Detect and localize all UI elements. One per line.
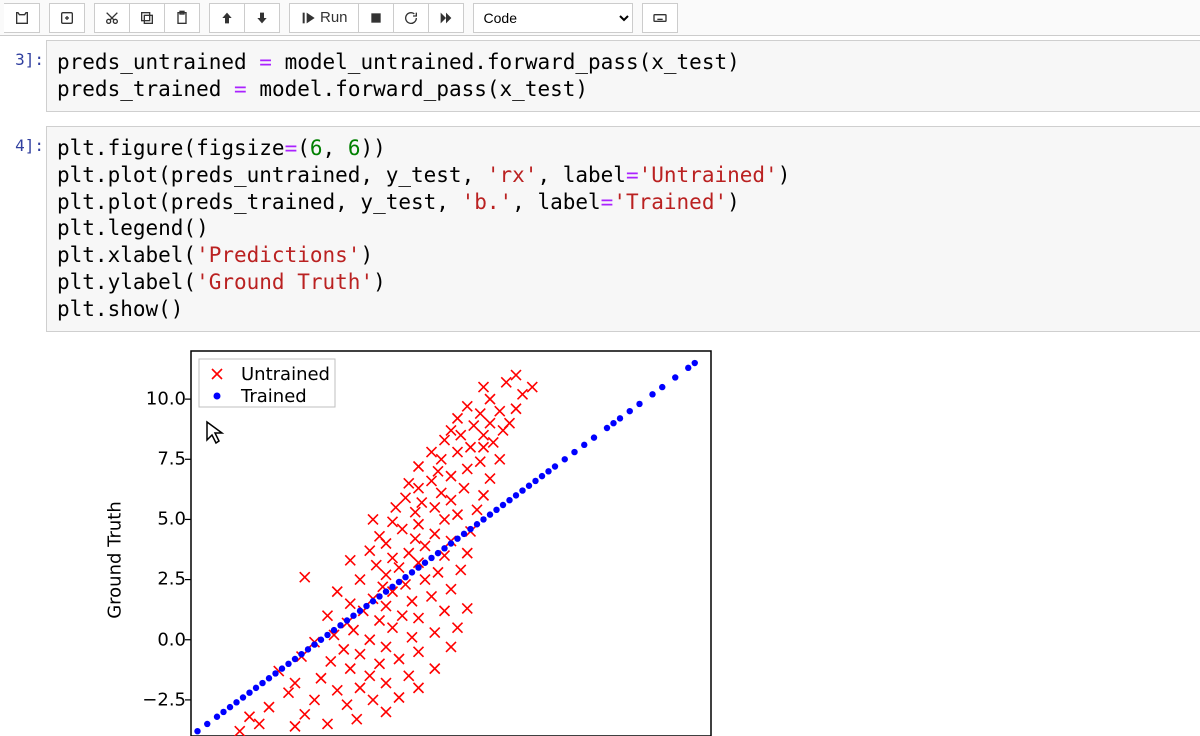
y-tick-label: 10.0 [146,389,186,410]
move-up-button[interactable] [209,3,245,33]
run-label: Run [320,9,348,26]
cell-type-select[interactable]: Code [473,3,633,33]
svg-text:Trained: Trained [240,386,307,407]
run-icon [300,10,316,26]
fast-forward-icon [438,10,454,26]
y-tick-label: 7.5 [157,449,186,470]
code-cell[interactable]: plt.figure(figsize=(6, 6)) plt.plot(pred… [46,126,1200,332]
insert-cell-below-button[interactable] [49,3,85,33]
y-tick-label: 5.0 [157,509,186,530]
interrupt-button[interactable] [358,3,394,33]
y-tick-label: −2.5 [142,689,186,710]
arrow-down-icon [254,10,270,26]
output-area: Ground Truth −2.5 0.0 2.5 5.0 7.5 10.0 Untrai… [0,332,1200,736]
copy-button[interactable] [129,3,165,33]
arrow-up-icon [219,10,235,26]
code-cell-row: 3]: preds_untrained = model_untrained.fo… [0,40,1200,112]
restart-button[interactable] [393,3,429,33]
paste-button[interactable] [164,3,200,33]
notebook-toolbar: Run Code [0,0,1200,36]
y-tick-label: 0.0 [157,629,186,650]
cut-icon [104,10,120,26]
copy-icon [139,10,155,26]
plus-icon [59,10,75,26]
code-cell-row: 4]: plt.figure(figsize=(6, 6)) plt.plot(… [0,126,1200,332]
svg-text:Untrained: Untrained [241,364,330,385]
run-button[interactable]: Run [289,3,359,33]
keyboard-icon [652,10,668,26]
move-down-button[interactable] [244,3,280,33]
cell-area: 3]: preds_untrained = model_untrained.fo… [0,36,1200,736]
y-axis-label: Ground Truth [104,502,125,620]
stop-icon [368,10,384,26]
save-button[interactable] [4,3,40,33]
restart-run-all-button[interactable] [428,3,464,33]
cut-button[interactable] [94,3,130,33]
restart-icon [403,10,419,26]
save-icon [14,10,30,26]
command-palette-button[interactable] [642,3,678,33]
paste-icon [174,10,190,26]
y-tick-label: 2.5 [157,569,186,590]
input-prompt: 3]: [0,40,46,69]
matplotlib-figure: Ground Truth −2.5 0.0 2.5 5.0 7.5 10.0 Untrai… [56,346,716,736]
input-prompt: 4]: [0,126,46,155]
code-cell[interactable]: preds_untrained = model_untrained.forwar… [46,40,1200,112]
